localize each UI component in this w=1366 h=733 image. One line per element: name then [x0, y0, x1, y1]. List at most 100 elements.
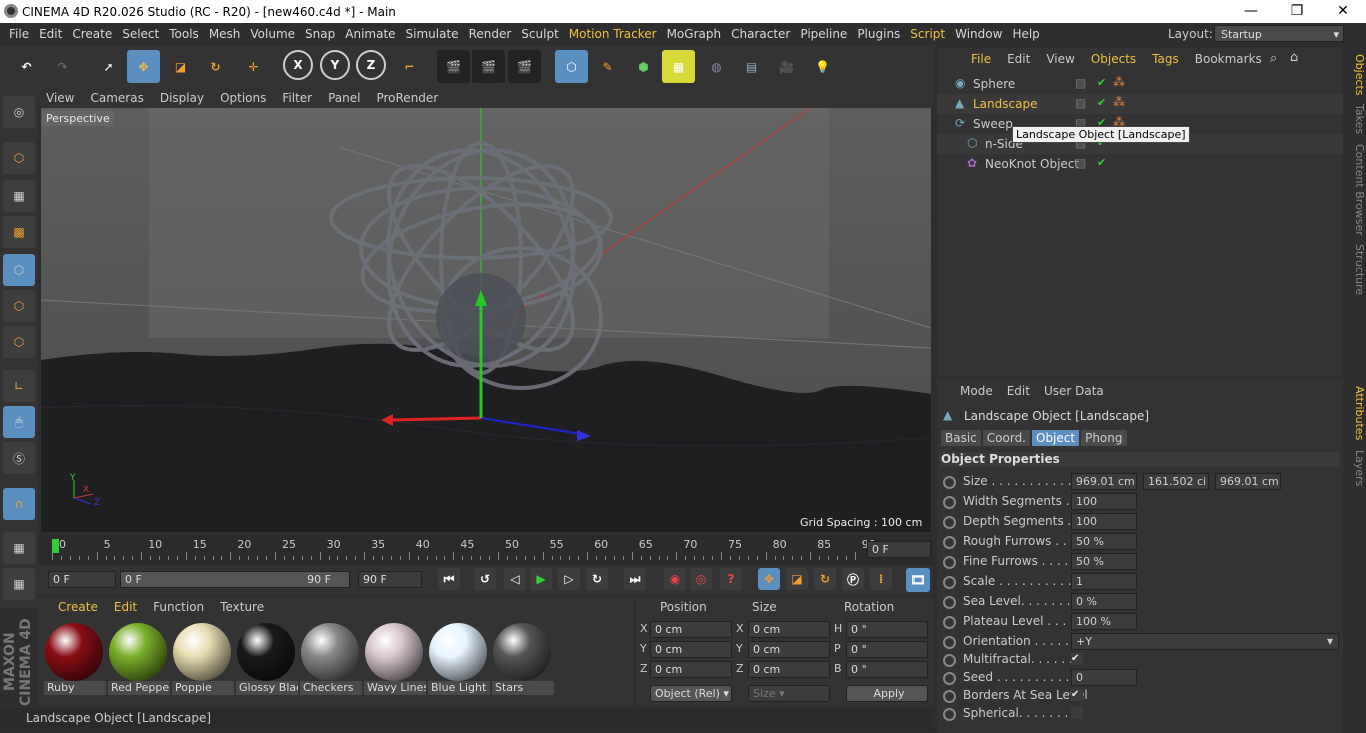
material-swatch[interactable]: Red Peppe [108, 621, 170, 695]
start-frame-field[interactable]: 0 F [48, 571, 116, 588]
snap-icon[interactable]: ∩ [3, 488, 35, 520]
menu-item-pipeline[interactable]: Pipeline [800, 27, 847, 41]
position-field[interactable]: 0 cm [650, 661, 732, 678]
attribute-field[interactable]: 100 % [1071, 613, 1137, 630]
position-field[interactable]: 0 cm [650, 641, 732, 658]
minimize-button[interactable]: — [1228, 0, 1274, 23]
menu-item-mograph[interactable]: MoGraph [667, 27, 722, 41]
camera-icon[interactable]: 🎥 [770, 50, 803, 83]
visibility-icon[interactable]: ▨ [1075, 156, 1086, 170]
object-menu-bookmarks[interactable]: Bookmarks [1195, 52, 1262, 66]
menu-item-volume[interactable]: Volume [250, 27, 295, 41]
checkbox[interactable]: ✔ [1071, 689, 1083, 701]
attribute-menu-edit[interactable]: Edit [1007, 384, 1030, 398]
menu-item-file[interactable]: File [9, 27, 29, 41]
attribute-menu-mode[interactable]: Mode [960, 384, 993, 398]
size-field[interactable]: 161.502 ci [1143, 473, 1209, 490]
render-view-icon[interactable]: 🎬 [437, 50, 470, 83]
object-menu-objects[interactable]: Objects [1091, 52, 1136, 66]
viewport-menu-options[interactable]: Options [220, 91, 266, 105]
enabled-check-icon[interactable]: ✔ [1097, 76, 1106, 89]
attribute-field[interactable]: 0 [1071, 669, 1137, 686]
current-frame-field[interactable]: 0 F [867, 541, 931, 558]
scale-icon[interactable]: ◪ [164, 50, 197, 83]
side-tab-layers[interactable]: Layers [1346, 450, 1366, 486]
enabled-check-icon[interactable]: ✔ [1097, 156, 1106, 169]
menu-item-character[interactable]: Character [731, 27, 790, 41]
menu-item-motion-tracker[interactable]: Motion Tracker [569, 27, 657, 41]
move-icon[interactable]: ✥ [127, 50, 160, 83]
key-position-icon[interactable]: ✥ [758, 568, 780, 590]
rotation-field[interactable]: 0 ° [846, 661, 928, 678]
render-picture-viewer-icon[interactable]: 🎬 [472, 50, 505, 83]
object-row[interactable]: ◉ Sphere ▨ ✔ ⁂ [937, 74, 1343, 94]
attribute-menu-user-data[interactable]: User Data [1044, 384, 1104, 398]
size-field[interactable]: 0 cm [748, 621, 830, 638]
locked-workplane-icon[interactable]: ▦ [3, 532, 35, 564]
animate-toggle-icon[interactable] [943, 516, 956, 529]
material-swatch[interactable]: Poppie [172, 621, 234, 695]
tab-object[interactable]: Object [1032, 430, 1080, 446]
checkbox[interactable] [1071, 707, 1083, 719]
home-icon[interactable]: ⌂ [1290, 50, 1298, 65]
object-menu-file[interactable]: File [971, 52, 991, 66]
end-frame-field[interactable]: 90 F [358, 571, 422, 588]
axis-mode-icon[interactable]: ∟ [3, 370, 35, 402]
material-swatch[interactable]: Ruby [44, 621, 106, 695]
animate-toggle-icon[interactable] [943, 576, 956, 589]
tab-coord[interactable]: Coord. [982, 430, 1030, 446]
size-mode-select[interactable]: Size ▾ [748, 685, 830, 702]
x-axis-button[interactable]: X [283, 50, 313, 80]
animate-toggle-icon[interactable] [943, 476, 956, 489]
visibility-icon[interactable]: ▨ [1075, 76, 1086, 90]
material-menu-edit[interactable]: Edit [114, 600, 137, 614]
tab-phong[interactable]: Phong [1081, 430, 1127, 446]
material-swatch[interactable]: Stars [492, 621, 554, 695]
animate-toggle-icon[interactable] [943, 596, 956, 609]
menu-item-create[interactable]: Create [72, 27, 112, 41]
enabled-check-icon[interactable]: ✔ [1097, 96, 1106, 109]
search-icon[interactable]: ⌕ [1270, 51, 1277, 66]
material-swatch[interactable]: Glossy Blac [236, 621, 298, 695]
next-key-icon[interactable]: ↻ [586, 568, 608, 590]
side-tab-attributes[interactable]: Attributes [1346, 386, 1366, 440]
polygons-mode-icon[interactable]: ⬡ [3, 326, 35, 358]
floor-icon[interactable]: ▤ [735, 50, 768, 83]
viewport-menu-view[interactable]: View [46, 91, 74, 105]
animate-toggle-icon[interactable] [943, 496, 956, 509]
menu-item-sculpt[interactable]: Sculpt [521, 27, 558, 41]
animate-toggle-icon[interactable] [943, 536, 956, 549]
go-to-end-icon[interactable]: ⏭ [624, 568, 646, 590]
light-icon[interactable]: 💡 [806, 50, 839, 83]
record-keys-icon[interactable]: ◉ [664, 568, 686, 590]
side-tab-structure[interactable]: Structure [1346, 244, 1366, 295]
keyframe-selection-icon[interactable]: ? [720, 568, 742, 590]
attribute-field[interactable]: 100 [1071, 513, 1137, 530]
layout-select[interactable]: Startup ▾ [1214, 25, 1344, 42]
play-icon[interactable]: ▶ [530, 568, 552, 590]
object-menu-edit[interactable]: Edit [1007, 52, 1030, 66]
menu-item-plugins[interactable]: Plugins [857, 27, 900, 41]
key-scale-icon[interactable]: ◪ [786, 568, 808, 590]
maximize-button[interactable]: ❐ [1274, 0, 1320, 23]
menu-item-tools[interactable]: Tools [169, 27, 199, 41]
menu-item-select[interactable]: Select [122, 27, 159, 41]
animate-toggle-icon[interactable] [943, 616, 956, 629]
planar-workplane-icon[interactable]: ▦ [3, 568, 35, 600]
attribute-field[interactable]: 1 [1071, 573, 1137, 590]
viewport-menu-filter[interactable]: Filter [282, 91, 312, 105]
menu-item-window[interactable]: Window [955, 27, 1002, 41]
autokey-icon[interactable]: ◎ [690, 568, 712, 590]
tweak-mode-icon[interactable]: 🖱 [3, 406, 35, 438]
rotation-field[interactable]: 0 ° [846, 621, 928, 638]
visibility-icon[interactable]: ▨ [1075, 96, 1086, 110]
coordinate-mode-select[interactable]: Object (Rel) ▾ [650, 685, 732, 702]
viewport[interactable]: Y X Z [41, 108, 931, 532]
transform-icon[interactable]: ✛ [237, 50, 270, 83]
apply-button[interactable]: Apply [846, 685, 928, 702]
menu-item-help[interactable]: Help [1012, 27, 1039, 41]
timeline-window-icon[interactable]: 🎞 [906, 568, 930, 592]
menu-item-script[interactable]: Script [910, 27, 945, 41]
material-swatch[interactable]: Wavy Lines [364, 621, 426, 695]
menu-item-render[interactable]: Render [469, 27, 512, 41]
